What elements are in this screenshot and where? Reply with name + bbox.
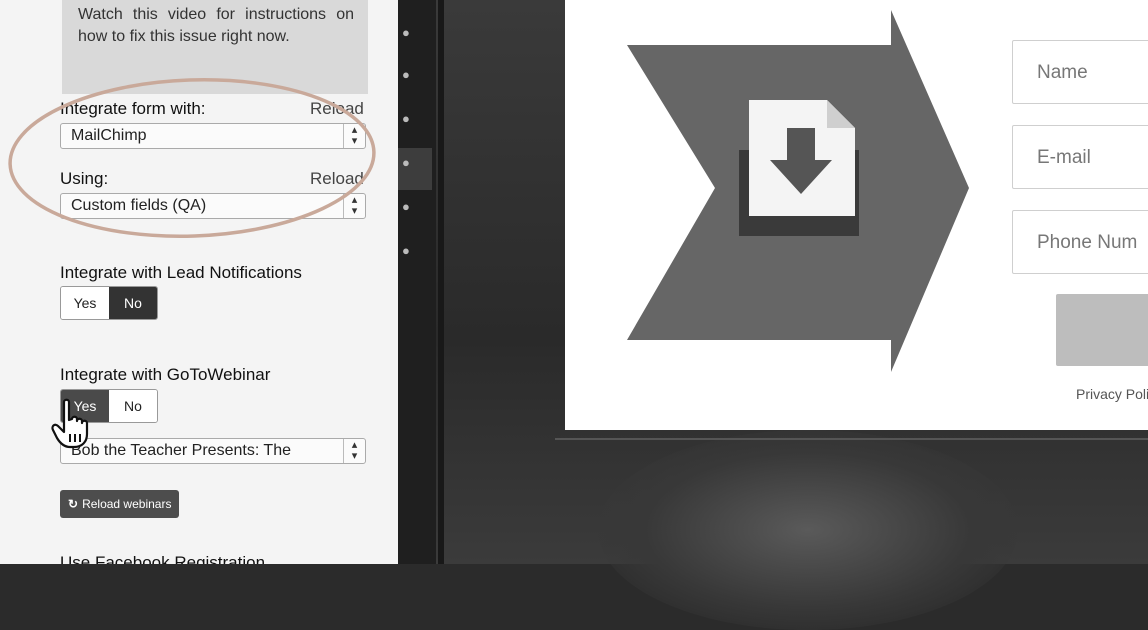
email-placeholder: E-mail <box>1037 147 1091 168</box>
optin-popup: Name E-mail Phone Num D Privacy Policy <box>565 0 1148 430</box>
webinar-select[interactable]: Bob the Teacher Presents: The ▴ ▾ <box>60 438 366 464</box>
settings-panel: Watch this video for instructions on how… <box>0 0 398 564</box>
background-photo <box>598 430 1018 630</box>
email-field[interactable]: E-mail <box>1012 125 1148 189</box>
lead-notifications-toggle: Yes No <box>60 286 158 320</box>
phone-placeholder: Phone Num <box>1037 232 1138 253</box>
eye-icon[interactable]: ● <box>402 112 416 126</box>
facebook-registration-label: Use Facebook Registration <box>60 553 266 564</box>
lead-notifications-yes-button[interactable]: Yes <box>61 287 109 319</box>
eye-icon[interactable]: ● <box>402 26 416 40</box>
refresh-icon: ↻ <box>68 497 79 511</box>
annotation-oval <box>8 78 376 238</box>
updown-chevron-icon: ▴ ▾ <box>343 439 365 463</box>
reload-webinars-label: Reload webinars <box>82 497 172 511</box>
panel-divider <box>438 0 444 564</box>
eye-icon[interactable]: ● <box>402 244 416 258</box>
visibility-strip: ● ● ● ● ● ● <box>398 0 436 564</box>
name-field[interactable]: Name <box>1012 40 1148 104</box>
eye-icon[interactable]: ● <box>402 200 416 214</box>
phone-field[interactable]: Phone Num <box>1012 210 1148 274</box>
hand-pointer-icon <box>51 398 89 449</box>
eye-icon[interactable]: ● <box>402 68 416 82</box>
gotowebinar-no-button[interactable]: No <box>109 390 157 422</box>
name-placeholder: Name <box>1037 62 1088 83</box>
reload-webinars-button[interactable]: ↻ Reload webinars <box>60 490 180 518</box>
arrow-graphic <box>627 10 969 372</box>
submit-button[interactable]: D <box>1056 294 1148 366</box>
download-file-icon <box>739 100 859 236</box>
webinar-value: Bob the Teacher Presents: The <box>71 442 291 459</box>
gotowebinar-label: Integrate with GoToWebinar <box>60 365 271 384</box>
eye-icon[interactable]: ● <box>402 156 416 170</box>
lead-notifications-label: Integrate with Lead Notifications <box>60 263 302 282</box>
lead-notifications-no-button[interactable]: No <box>109 287 157 319</box>
warning-text: Watch this video for instructions on how… <box>78 6 354 45</box>
popup-bottom-edge <box>555 438 1148 440</box>
privacy-policy-link[interactable]: Privacy Policy <box>1076 386 1148 402</box>
